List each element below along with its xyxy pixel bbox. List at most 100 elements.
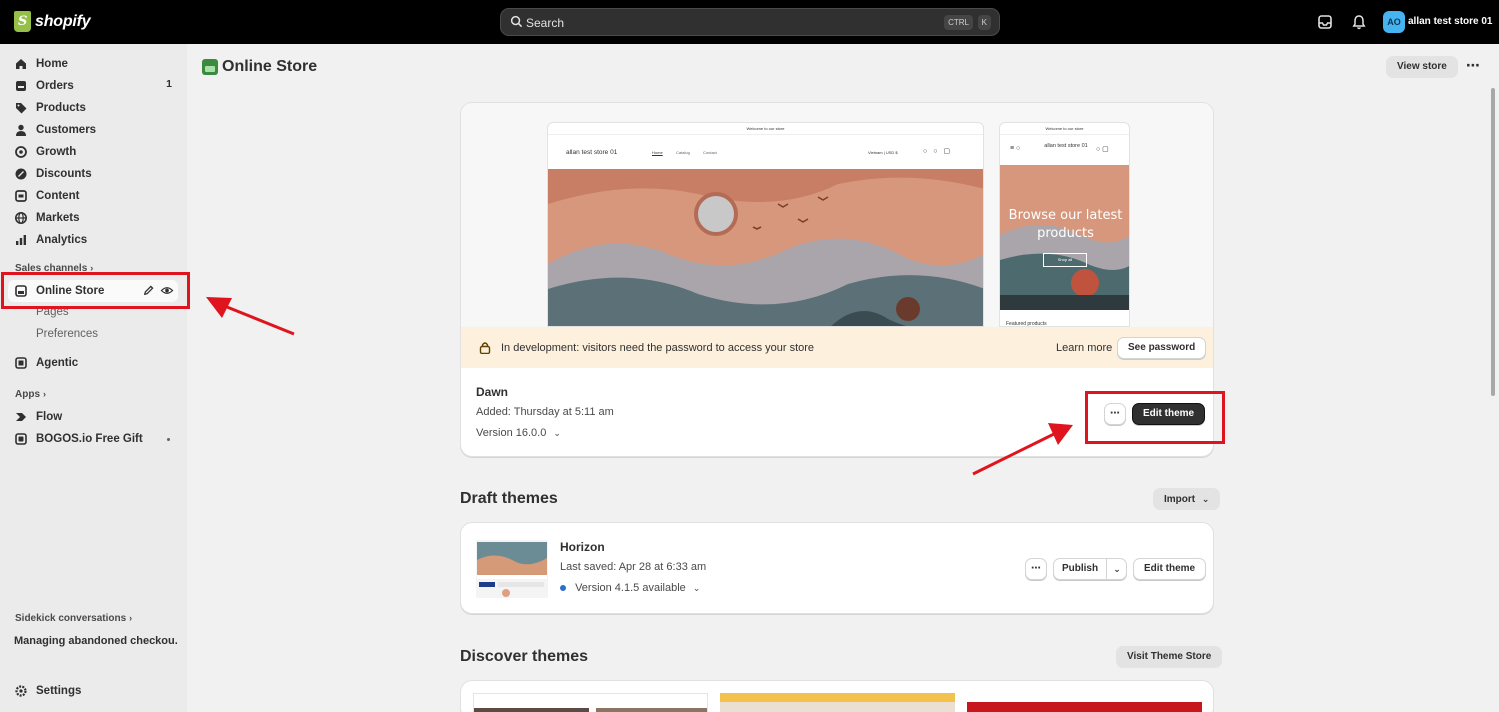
sidebar-item-label: Discounts — [36, 168, 92, 180]
development-message: In development: visitors need the passwo… — [501, 342, 815, 354]
sidebar-item-label: Agentic — [36, 357, 79, 369]
sidebar-item-flow[interactable]: Flow — [8, 406, 178, 428]
draft-theme-name: Horizon — [560, 540, 605, 554]
visit-theme-store-button[interactable]: Visit Theme Store — [1116, 646, 1223, 668]
sidebar-subitem-preferences[interactable]: Preferences — [36, 328, 98, 340]
discover-themes-card — [460, 680, 1214, 712]
current-theme-version[interactable]: Version 16.0.0 ⌄ — [476, 427, 561, 439]
draft-more-actions-button[interactable]: ⋯ — [1025, 558, 1047, 580]
theme-thumbnail-2[interactable] — [720, 693, 955, 712]
current-theme-version-text: Version 16.0.0 — [476, 427, 547, 439]
orders-count-badge: 1 — [166, 78, 172, 90]
theme-preview[interactable]: Welcome to our store allan test store 01… — [461, 103, 1213, 327]
preview-nav-catalog: Catalog — [676, 150, 690, 155]
hero-illustration — [548, 169, 983, 326]
discount-icon — [15, 168, 27, 180]
import-button[interactable]: Import ⌄ — [1153, 488, 1221, 510]
draft-edit-theme-button[interactable]: Edit theme — [1133, 558, 1207, 580]
current-theme-added: Added: Thursday at 5:11 am — [476, 406, 614, 418]
sidebar-item-label: Products — [36, 102, 86, 114]
publish-button[interactable]: Publish — [1054, 559, 1106, 579]
preview-nav-home: Home — [652, 150, 663, 155]
page-title-text: Online Store — [222, 58, 318, 75]
sidebar-item-bogos[interactable]: BOGOS.io Free Gift — [8, 428, 178, 450]
draft-theme-card: Horizon Last saved: Apr 28 at 6:33 am Ve… — [460, 522, 1214, 614]
preview-header-icons: ○○▢ — [923, 148, 957, 155]
draft-themes-heading: Draft themes — [460, 490, 558, 507]
sidebar-item-content[interactable]: Content — [8, 185, 178, 207]
draft-theme-saved: Last saved: Apr 28 at 6:33 am — [560, 561, 707, 573]
sidebar-item-markets[interactable]: Markets — [8, 207, 178, 229]
bell-icon[interactable] — [1350, 13, 1368, 31]
search-bar[interactable]: Search CTRL K — [500, 8, 1000, 36]
annotation-highlight-edit-theme — [1085, 391, 1225, 444]
agentic-icon — [15, 357, 27, 369]
sidebar-item-analytics[interactable]: Analytics — [8, 229, 178, 251]
search-placeholder: Search — [526, 16, 565, 30]
arrow-head-left — [206, 297, 232, 318]
draft-theme-version[interactable]: Version 4.1.5 available ⌄ — [560, 582, 700, 594]
preview-mobile-announcement: Welcome to our store — [1000, 123, 1129, 135]
store-name[interactable]: allan test store 01 — [1408, 16, 1492, 27]
sidekick-heading[interactable]: Sidekick conversations › — [15, 613, 132, 624]
shopify-bag-icon — [14, 11, 31, 32]
publish-split-button: Publish ⌄ — [1053, 558, 1127, 580]
sidekick-label: Sidekick conversations — [15, 613, 127, 624]
sidebar-item-growth[interactable]: Growth — [8, 141, 178, 163]
preview-mobile-heading: Browse our latest products — [1008, 208, 1123, 241]
mobile-preview: Welcome to our store ≡ ○ allan test stor… — [999, 122, 1130, 327]
see-password-button[interactable]: See password — [1117, 337, 1207, 359]
draft-theme-version-text: Version 4.1.5 available — [575, 582, 686, 594]
dots-icon: ⋯ — [1031, 563, 1041, 574]
tag-icon — [16, 103, 27, 114]
sidebar-item-label: Customers — [36, 124, 97, 136]
arrow-line-left — [221, 303, 295, 336]
horizon-thumbnail[interactable] — [476, 540, 548, 598]
current-theme-name: Dawn — [476, 385, 509, 399]
more-actions-icon[interactable]: ⋯ — [1466, 57, 1481, 74]
apps-heading[interactable]: Apps › — [15, 389, 46, 400]
theme-thumbnail-1[interactable] — [473, 693, 708, 712]
import-label: Import — [1164, 494, 1196, 505]
avatar[interactable]: AO — [1383, 11, 1405, 33]
growth-icon — [15, 146, 27, 158]
sidebar-item-customers[interactable]: Customers — [8, 119, 178, 141]
theme-thumbnail-3[interactable] — [967, 693, 1202, 712]
sidebar-item-discounts[interactable]: Discounts — [8, 163, 178, 185]
sidebar-item-home[interactable]: Home — [8, 53, 178, 75]
preview-header: allan test store 01 Home Catalog Contact… — [548, 135, 983, 169]
sidebar-item-label: BOGOS.io Free Gift — [36, 433, 143, 445]
notification-dot — [167, 438, 170, 441]
shortcut-k: K — [977, 15, 991, 30]
gift-icon — [15, 433, 27, 445]
search-icon — [510, 15, 523, 28]
online-store-icon — [202, 59, 218, 75]
person-icon — [16, 124, 26, 136]
desktop-preview: Welcome to our store allan test store 01… — [547, 122, 984, 327]
sidebar-item-label: Content — [36, 190, 80, 202]
sidekick-conversation-item[interactable]: Managing abandoned checkou... — [14, 635, 178, 647]
sidebar-item-agentic[interactable]: Agentic — [8, 352, 178, 374]
shortcut-ctrl: CTRL — [944, 15, 973, 30]
view-store-button[interactable]: View store — [1386, 56, 1458, 78]
sidebar-item-orders[interactable]: Orders 1 — [8, 75, 178, 97]
chevron-down-icon: ⌄ — [1201, 494, 1210, 504]
preview-shop-all-button: Shop all — [1043, 253, 1087, 267]
annotation-highlight-online-store — [1, 272, 190, 309]
content-icon — [15, 190, 27, 202]
apps-label: Apps — [15, 389, 40, 400]
sidebar-item-label: Growth — [36, 146, 77, 158]
shopify-logo[interactable]: shopify — [14, 11, 91, 32]
preview-announcement: Welcome to our store — [548, 123, 983, 135]
sidebar-item-settings[interactable]: Settings — [8, 680, 178, 702]
preview-mobile-store-name: allan test store 01 — [1044, 143, 1088, 149]
sidebar-item-products[interactable]: Products — [8, 97, 178, 119]
learn-more-link[interactable]: Learn more — [1056, 342, 1112, 354]
sidebar-item-label: Settings — [36, 685, 82, 697]
publish-options-chevron-icon[interactable]: ⌄ — [1107, 559, 1127, 579]
home-icon — [16, 59, 26, 69]
preview-nav-contact: Contact — [703, 150, 717, 155]
chevron-right-icon: › — [43, 389, 46, 399]
inbox-icon[interactable] — [1316, 13, 1334, 31]
scrollbar-thumb[interactable] — [1491, 88, 1495, 396]
